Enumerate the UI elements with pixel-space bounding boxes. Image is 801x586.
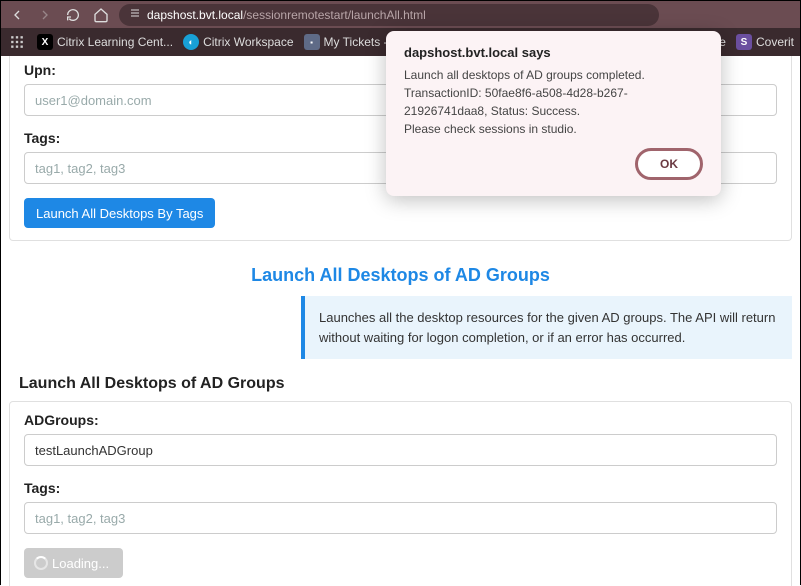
address-bar[interactable]: dapshost.bvt.local/sessionremotestart/la… <box>119 4 659 26</box>
launch-adgroups-card: ADGroups: Tags: Loading... <box>9 401 792 586</box>
url-domain: dapshost.bvt.local <box>147 8 243 22</box>
fieldset-title: Launch All Desktops of AD Groups <box>1 375 800 401</box>
bookmark-coverit[interactable]: SCoverit <box>736 34 794 50</box>
adgroups-label: ADGroups: <box>24 412 777 428</box>
reload-icon[interactable] <box>63 5 83 25</box>
bookmark-citrix-workspace[interactable]: ◐Citrix Workspace <box>183 34 293 50</box>
bookmark-citrix-learning[interactable]: XCitrix Learning Cent... <box>37 34 173 50</box>
loading-button: Loading... <box>24 548 123 578</box>
site-info-icon[interactable] <box>129 7 141 22</box>
tags2-label: Tags: <box>24 480 777 496</box>
section-title: Launch All Desktops of AD Groups <box>1 265 800 286</box>
forward-icon <box>35 5 55 25</box>
adgroups-input[interactable] <box>24 434 777 466</box>
url-path: /sessionremotestart/launchAll.html <box>243 8 426 22</box>
apps-icon[interactable] <box>7 32 27 52</box>
alert-title: dapshost.bvt.local says <box>404 45 703 60</box>
browser-toolbar: dapshost.bvt.local/sessionremotestart/la… <box>1 1 800 28</box>
back-icon[interactable] <box>7 5 27 25</box>
tags2-input[interactable] <box>24 502 777 534</box>
spinner-icon <box>34 556 48 570</box>
section-info: Launches all the desktop resources for t… <box>301 296 792 359</box>
home-icon[interactable] <box>91 5 111 25</box>
alert-body: Launch all desktops of AD groups complet… <box>404 66 703 138</box>
alert-dialog: dapshost.bvt.local says Launch all deskt… <box>386 31 721 196</box>
alert-ok-button[interactable]: OK <box>635 148 703 180</box>
launch-by-tags-button[interactable]: Launch All Desktops By Tags <box>24 198 215 228</box>
